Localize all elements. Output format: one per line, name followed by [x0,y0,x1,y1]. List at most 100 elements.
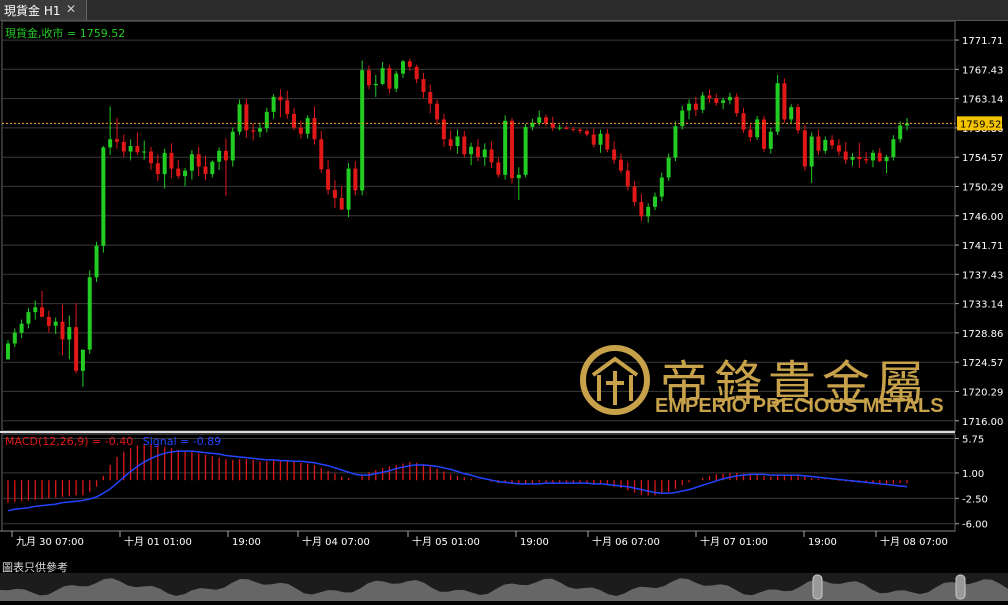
candle-body [605,133,610,150]
candle-body [169,152,174,169]
candle-body [346,168,351,210]
candle-body [203,166,208,175]
candle-body [360,70,365,191]
tab-chart-h1[interactable]: 現貨金 H1 ✕ [0,0,87,20]
candle-body [441,119,446,140]
candle-body [727,96,732,101]
candle-body [435,103,440,120]
time-tick-label: 十月 08 07:00 [880,535,948,548]
chart-scrollbar[interactable] [0,573,1008,601]
candle-body [898,125,903,140]
candle-body [40,307,45,317]
candle-body [666,157,671,178]
candle-body [196,154,201,167]
candle-body [870,152,875,161]
candle-body [721,100,726,103]
candle-body [230,131,235,161]
candle-body [755,119,760,138]
candle-body [149,151,154,164]
candle-body [326,169,331,190]
time-tick-label: 19:00 [520,537,549,548]
candle-body [210,161,215,175]
candle-body [244,104,249,131]
candle-body [748,129,753,138]
candle-body [625,170,630,187]
candle-body [12,332,17,344]
candle-body [87,277,92,350]
candle-body [578,129,583,132]
candle-body [237,104,242,132]
candle-body [877,152,882,162]
candle-body [319,139,324,170]
time-tick-label: 十月 07 01:00 [700,535,768,548]
candle-body [891,139,896,157]
candle-body [33,307,38,313]
watermark-english-text: EMPERIO PRECIOUS METALS [655,395,944,417]
candle-body [537,117,542,123]
candle-body [298,127,303,134]
candle-body [884,156,889,162]
candle-body [6,343,10,360]
candle-body [830,139,835,146]
price-tick-label: 1746.00 [962,212,1003,223]
candle-body [741,113,746,130]
scrollbar-preview-area [0,578,1008,601]
price-tick-label: 1750.29 [962,182,1003,193]
candle-body [407,61,412,67]
close-icon[interactable]: ✕ [66,2,76,16]
candle-body [46,316,51,326]
candle-body [857,156,862,160]
candle-body [475,146,480,157]
time-tick-label: 19:00 [232,537,261,548]
candle-body [94,245,99,278]
candle-body [714,98,719,103]
time-tick-label: 九月 30 07:00 [16,536,84,548]
candle-body [394,73,399,89]
candle-body [251,130,256,132]
candle-body [802,130,807,167]
price-tick-label: 1728.86 [962,329,1003,340]
candle-body [114,139,119,142]
candle-body [455,136,460,147]
chart-tab-bar: 現貨金 H1 ✕ [0,0,1008,21]
candle-body [843,151,848,160]
macd-legend: MACD(12,26,9) = -0.40 Signal = -0.89 [5,435,221,448]
candle-body [673,126,678,158]
candle-body [162,152,167,175]
time-tick-label: 十月 06 07:00 [592,535,660,548]
candle-body [700,95,705,110]
candle-body [782,83,787,120]
price-tick-label: 1767.43 [962,65,1003,76]
candle-body [557,127,562,129]
price-tick-label: 1771.71 [962,36,1003,47]
candle-body [516,174,521,179]
candle-body [653,196,658,207]
price-tick-label: 1716.00 [962,417,1003,428]
scrollbar-handle-right[interactable] [955,574,966,600]
candle-body [155,163,160,175]
candle-body [217,150,222,162]
candle-body [332,189,337,198]
scrollbar-handle-left[interactable] [812,574,823,600]
candle-body [836,145,841,152]
candle-body [380,68,385,84]
candle-body [176,168,181,177]
price-tick-label: 1737.43 [962,270,1003,281]
candle-body [469,146,474,155]
candle-body [285,100,290,114]
candle-body [257,128,262,132]
candle-body [366,70,371,86]
candle-body [693,103,698,110]
candle-body [305,118,310,134]
candle-body [809,136,814,167]
price-chart[interactable]: 帝鋒貴金屬EMPERIO PRECIOUS METALS 1771.711767… [0,21,1008,573]
candle-body [142,151,147,153]
time-tick-label: 十月 01 01:00 [124,535,192,548]
candle-body [462,136,467,155]
price-legend: 現貨金,收市 = 1759.52 [5,26,125,40]
signal-label: Signal = -0.89 [143,435,221,448]
candle-body [387,68,392,89]
macd-label: MACD(12,26,9) = -0.40 [5,435,133,448]
candle-body [591,134,596,145]
price-tick-label: 1754.57 [962,153,1003,164]
